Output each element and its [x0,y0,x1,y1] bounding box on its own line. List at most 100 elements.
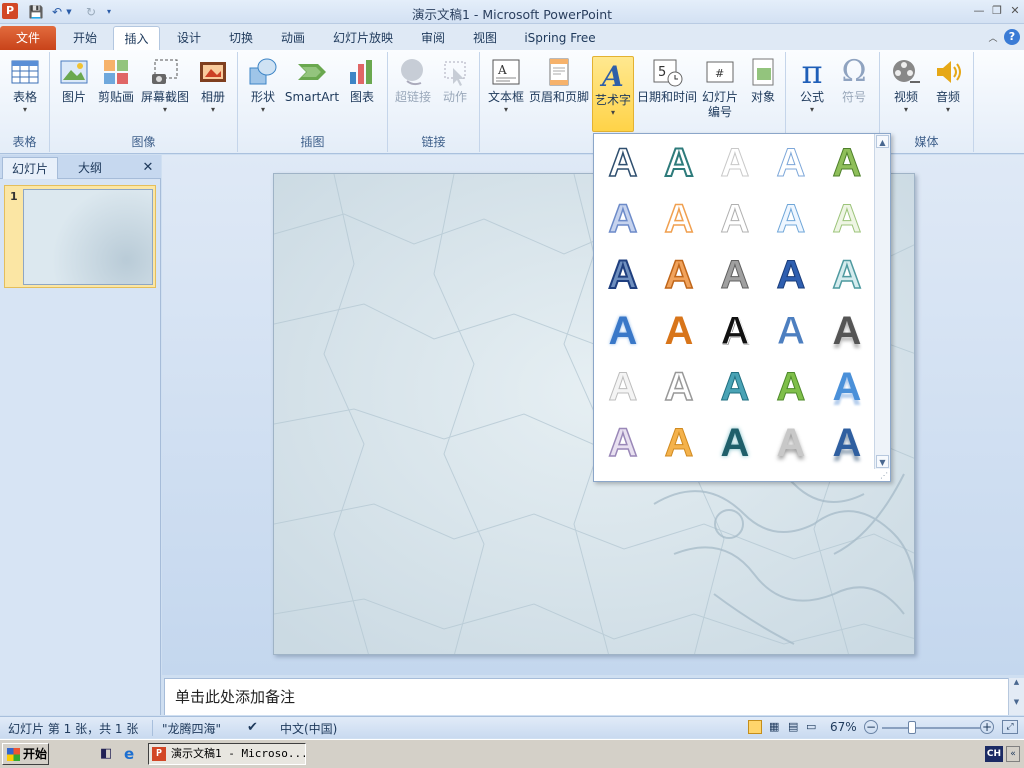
close-panel-icon[interactable]: ✕ [138,157,158,179]
wordart-style-22[interactable]: A [654,362,704,412]
notes-pane[interactable]: 单击此处添加备注 [164,678,1008,715]
picture-button[interactable]: 图片 [56,54,92,105]
slide-number-button[interactable]: # 幻灯片 编号 [698,54,742,120]
collapse-ribbon-icon[interactable]: ︿ [984,30,1002,48]
wordart-style-6[interactable]: A [598,194,648,244]
wordart-style-8[interactable]: A [710,194,760,244]
slideshow-view-icon[interactable]: ▭ [806,720,816,733]
minimize-icon[interactable]: — [970,2,988,20]
gallery-scroll-up-icon[interactable]: ▲ [876,135,889,148]
tab-outline[interactable]: 大纲 [62,157,118,179]
wordart-style-5[interactable]: A [822,138,872,188]
zoom-out-icon[interactable]: − [864,720,878,734]
wordart-style-21[interactable]: A [598,362,648,412]
tab-ispring[interactable]: iSpring Free [518,26,602,50]
wordart-style-28[interactable]: A [710,418,760,468]
wordart-style-27[interactable]: A [654,418,704,468]
reading-view-icon[interactable]: ▤ [788,720,798,733]
video-button[interactable]: 视频 ▾ [884,54,928,115]
internet-explorer-icon[interactable]: e [124,745,134,763]
scroll-down-icon[interactable]: ▼ [1009,698,1024,706]
notes-scrollbar[interactable]: ▲ ▼ [1008,678,1024,715]
wordart-style-18[interactable]: A [710,306,760,356]
ime-indicator[interactable]: CH [985,746,1003,762]
gallery-scrollbar[interactable]: ▲ ▼ [874,134,890,469]
help-icon[interactable]: ? [1004,29,1020,45]
ime-options-icon[interactable]: « [1006,746,1020,762]
table-button[interactable]: 表格 ▾ [4,54,46,115]
wordart-style-17[interactable]: A [654,306,704,356]
wordart-style-26[interactable]: A [598,418,648,468]
object-button[interactable]: 对象 [744,54,782,105]
zoom-slider-thumb[interactable] [908,721,916,734]
tab-animations[interactable]: 动画 [270,26,316,50]
wordart-style-4[interactable]: A [766,138,816,188]
svg-text:A: A [497,63,507,77]
wordart-style-10[interactable]: A [822,194,872,244]
zoom-slider-track[interactable] [882,727,980,729]
screenshot-button[interactable]: 屏幕截图 ▾ [140,54,190,115]
wordart-style-15[interactable]: A [822,250,872,300]
slide-sorter-icon[interactable]: ▦ [769,720,779,733]
spellcheck-icon[interactable]: ✔ [247,720,258,735]
date-time-button[interactable]: 5 日期和时间 [636,54,698,105]
shapes-button[interactable]: 形状 ▾ [244,54,282,115]
normal-view-icon[interactable] [748,720,762,734]
wordart-style-20[interactable]: A [822,306,872,356]
zoom-level[interactable]: 67% [830,720,857,734]
resize-grip-icon[interactable]: ⋰ [880,471,888,480]
textbox-button[interactable]: A 文本框 ▾ [484,54,528,115]
theme-status[interactable]: "龙腾四海" [162,720,221,737]
wordart-button[interactable]: A 艺术字 ▾ [592,56,634,132]
wordart-style-7[interactable]: A [654,194,704,244]
symbol-button[interactable]: Ω 符号 [834,54,874,105]
fit-to-window-icon[interactable]: ⤢ [1002,720,1018,734]
wordart-style-23[interactable]: A [710,362,760,412]
wordart-style-19[interactable]: A [766,306,816,356]
tab-view[interactable]: 视图 [462,26,508,50]
wordart-style-16[interactable]: A [598,306,648,356]
tab-file[interactable]: 文件 [0,26,56,50]
tab-design[interactable]: 设计 [166,26,212,50]
tab-transitions[interactable]: 切换 [218,26,264,50]
wordart-style-9[interactable]: A [766,194,816,244]
chart-icon [350,60,372,84]
tab-home[interactable]: 开始 [62,26,108,50]
scroll-up-icon[interactable]: ▲ [1009,678,1024,686]
album-button[interactable]: 相册 ▾ [194,54,232,115]
wordart-style-11[interactable]: A [598,250,648,300]
wordart-style-30[interactable]: A [822,418,872,468]
clipart-button[interactable]: 剪贴画 [96,54,136,105]
tab-insert[interactable]: 插入 [113,26,160,50]
gallery-scroll-down-icon[interactable]: ▼ [876,455,889,468]
wordart-style-24[interactable]: A [766,362,816,412]
close-icon[interactable]: ✕ [1006,2,1024,20]
slide-thumbnail-selected[interactable]: 1 [4,185,156,288]
smartart-button[interactable]: SmartArt [284,54,340,105]
calendar-icon: 5 [653,59,683,87]
wordart-style-2[interactable]: A [654,138,704,188]
equation-button[interactable]: π 公式 ▾ [790,54,834,115]
language-status[interactable]: 中文(中国) [280,720,337,737]
wordart-style-29[interactable]: A [766,418,816,468]
wordart-style-14[interactable]: A [766,250,816,300]
zoom-in-icon[interactable]: + [980,720,994,734]
group-label-images: 图像 [131,135,156,149]
wordart-style-13[interactable]: A [710,250,760,300]
action-button[interactable]: 动作 [436,54,474,105]
wordart-style-25[interactable]: A [822,362,872,412]
hyperlink-button[interactable]: 超链接 [392,54,434,105]
start-button[interactable]: 开始 [2,743,49,765]
tab-slideshow[interactable]: 幻灯片放映 [326,26,400,50]
chart-button[interactable]: 图表 [342,54,382,105]
show-desktop-icon[interactable]: ◧ [100,746,112,761]
wordart-style-1[interactable]: A [598,138,648,188]
tab-review[interactable]: 审阅 [410,26,456,50]
wordart-style-12[interactable]: A [654,250,704,300]
restore-icon[interactable]: ❐ [988,2,1006,20]
tab-slides[interactable]: 幻灯片 [2,157,58,179]
header-footer-button[interactable]: 页眉和页脚 [528,54,590,105]
audio-button[interactable]: 音频 ▾ [928,54,968,115]
taskbar-item-powerpoint[interactable]: P 演示文稿1 - Microso... [148,743,306,765]
wordart-style-3[interactable]: A [710,138,760,188]
